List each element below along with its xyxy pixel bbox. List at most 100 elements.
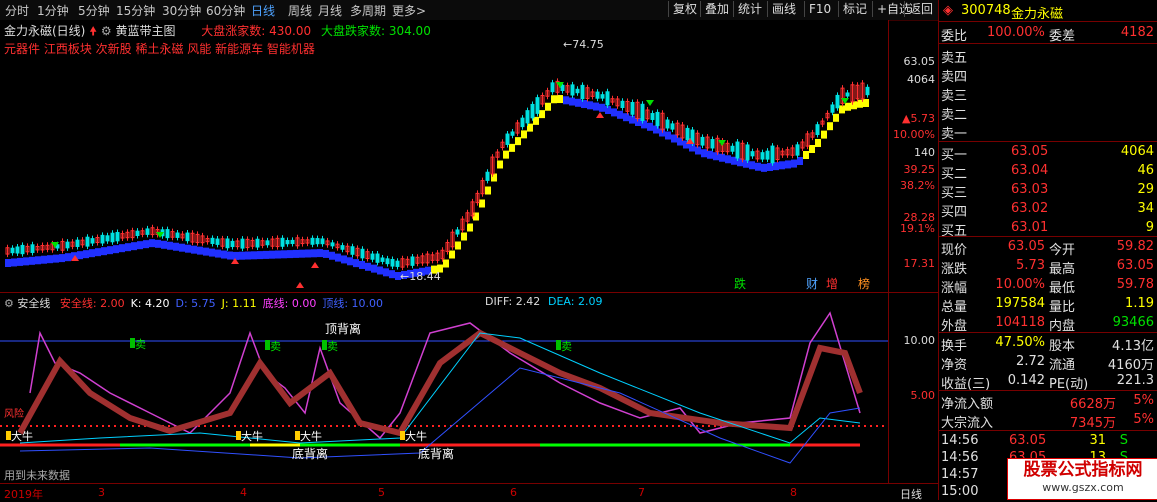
candle-body — [505, 133, 510, 145]
trend-band-segment — [317, 249, 323, 258]
period-tab[interactable]: 周线 — [288, 2, 312, 19]
weicha-label: 委差 — [1049, 29, 1076, 44]
trend-band-segment — [233, 251, 239, 260]
trend-band-segment — [335, 253, 341, 262]
toolbar-button[interactable]: 叠加 — [700, 1, 733, 17]
trend-band-segment — [503, 150, 509, 159]
tick-time: 14:56 — [941, 450, 979, 465]
candle-body — [735, 141, 740, 159]
trend-band-segment — [215, 249, 221, 258]
period-tab[interactable]: 1分钟 — [37, 2, 69, 19]
candle-body — [15, 246, 20, 254]
candle-body — [670, 123, 675, 130]
stat-label: 今开 — [1049, 243, 1076, 258]
safety-line-indicator[interactable]: 顶背离底背离 底背离 大牛 大牛 大牛 大牛 卖 卖 卖 卖风险用到未来数据 — [0, 293, 888, 483]
trend-band-segment — [245, 251, 251, 260]
candle-body — [605, 91, 610, 106]
period-tab[interactable]: 多周期 — [350, 2, 386, 19]
candle-body — [640, 103, 645, 122]
oscillator-line — [29, 311, 861, 440]
candle-body — [560, 84, 565, 92]
ask-level-label: 卖一 — [941, 127, 968, 142]
event-tag[interactable]: 财 — [806, 277, 818, 291]
indicator-axis-label: 5.00 — [910, 389, 936, 402]
event-tag[interactable]: 跌 — [734, 276, 746, 291]
trend-band-segment — [821, 130, 827, 139]
ask-level-label: 卖二 — [941, 108, 968, 123]
trend-band-segment — [113, 245, 119, 254]
flow-label: 大宗流入 — [941, 416, 994, 431]
candle-body — [525, 110, 530, 124]
top-divergence-label: 顶背离 — [325, 321, 361, 336]
ask-level-label: 卖五 — [941, 51, 968, 66]
bid-volume: 4064 — [1120, 144, 1154, 159]
toolbar-button[interactable]: 返回 — [904, 1, 937, 17]
period-tab[interactable]: 月线 — [318, 2, 342, 19]
trend-band-segment — [461, 232, 467, 241]
candle-body — [395, 260, 400, 267]
trend-band-segment — [545, 102, 551, 111]
trend-band-segment — [653, 125, 659, 134]
candle-body — [865, 86, 870, 96]
gear-icon[interactable]: ⚙ — [101, 24, 112, 38]
candle-body — [240, 238, 245, 249]
trend-band-segment — [161, 240, 167, 249]
period-tab[interactable]: 30分钟 — [162, 2, 201, 19]
stock-title: 金力永磁(日线) — [4, 24, 86, 38]
trend-band-segment — [149, 239, 155, 248]
trend-band-segment — [53, 254, 59, 263]
candle-body — [65, 241, 70, 249]
trend-band-segment — [551, 95, 557, 104]
trend-band-segment — [515, 137, 521, 146]
stat-value: 63.05 — [1007, 239, 1045, 254]
big-bull-label: 大牛 — [405, 429, 427, 443]
trend-band-segment — [749, 161, 755, 170]
candle-body — [455, 229, 460, 235]
gear-icon[interactable]: ⚙ — [4, 297, 14, 310]
candle-body — [85, 236, 90, 247]
trend-band-segment — [131, 242, 137, 251]
indicator-name[interactable]: 黄蓝带主图 — [115, 24, 175, 38]
toolbar-button[interactable]: 统计 — [733, 1, 766, 17]
period-tab[interactable]: 更多> — [392, 2, 426, 19]
stat-label: 量比 — [1049, 300, 1076, 315]
period-tab[interactable]: 日线 — [251, 2, 275, 19]
period-tab[interactable]: 15分钟 — [116, 2, 155, 19]
trend-band-segment — [809, 145, 815, 153]
period-tab[interactable]: 5分钟 — [78, 2, 110, 19]
toolbar-button[interactable]: 画线 — [767, 1, 800, 17]
tick-time: 14:56 — [941, 433, 979, 448]
trend-band-segment — [23, 257, 29, 266]
up-arrow-icon: 🠝 — [89, 24, 98, 38]
event-tag[interactable]: 增 — [826, 277, 838, 291]
trend-band-segment — [197, 246, 203, 255]
trend-band-segment — [743, 159, 749, 168]
watermark-title: 股票公式指标网 — [1023, 460, 1143, 480]
candle-body — [370, 253, 375, 260]
date-axis-label: 6 — [510, 486, 517, 499]
event-tag[interactable]: 榜 — [858, 276, 870, 291]
bid-volume: 34 — [1137, 201, 1154, 216]
candle-body — [310, 237, 315, 245]
period-tab[interactable]: 60分钟 — [206, 2, 245, 19]
toolbar-button[interactable]: 标记 — [838, 1, 871, 17]
candle-body — [315, 238, 320, 245]
trend-band-segment — [671, 134, 677, 143]
trend-band-segment — [539, 110, 545, 119]
bottom-divergence-label: 底背离 — [292, 446, 328, 461]
toolbar-button[interactable]: F10 — [804, 1, 835, 17]
candle-body — [655, 111, 660, 127]
toolbar-button[interactable]: 复权 — [668, 1, 701, 17]
trend-band-segment — [155, 239, 161, 248]
watermark-url: www.gszx.com — [1042, 481, 1124, 494]
trend-band-segment — [827, 122, 833, 131]
stat-value: 2.72 — [1016, 354, 1045, 369]
trend-band-segment — [599, 103, 605, 112]
period-tab[interactable]: 分时 — [5, 2, 29, 19]
candle-body — [830, 104, 835, 113]
candle-body — [730, 145, 735, 152]
indicator-title[interactable]: 安全线 — [17, 297, 50, 310]
candlestick-chart[interactable]: ←74.75 ←18.44 跌 财增 榜 — [0, 20, 888, 292]
date-axis-label: 4 — [240, 486, 247, 499]
bid-price: 63.05 — [1011, 144, 1049, 159]
